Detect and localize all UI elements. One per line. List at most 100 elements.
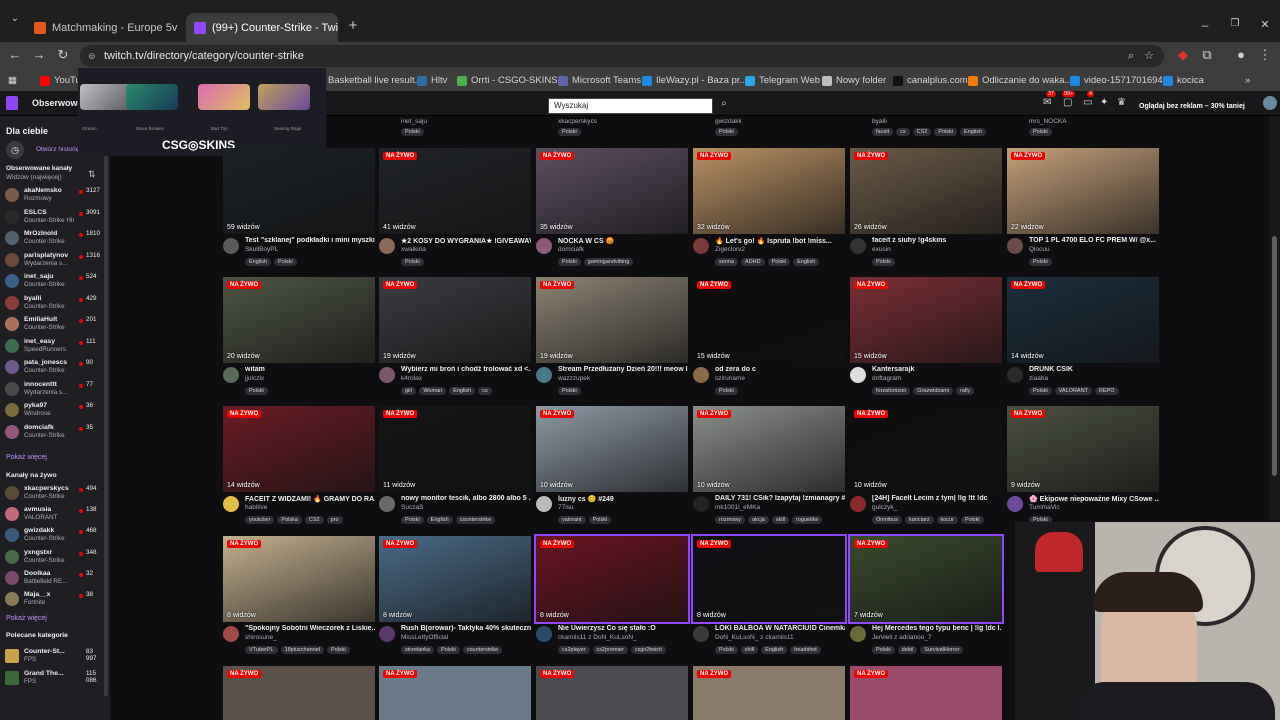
stream-thumbnail[interactable]: NA ŻYWO xyxy=(536,666,688,720)
sidebar-channel[interactable]: MrOzInold Counter-Strike 1810 xyxy=(5,229,105,249)
channel-name[interactable]: SkullBoyPL xyxy=(245,246,278,253)
tag[interactable]: Polski xyxy=(558,387,581,395)
avatar[interactable] xyxy=(379,238,395,254)
sidebar-channel[interactable]: domciafk Counter-Strike 35 xyxy=(5,423,105,443)
channel-name[interactable]: Qlocuu xyxy=(1029,246,1050,253)
sidebar-channel[interactable]: gwizdakk Counter-Strike 468 xyxy=(5,526,105,546)
tag[interactable]: English xyxy=(960,128,987,136)
channel-name[interactable]: exusin xyxy=(872,246,891,253)
tab-search-icon[interactable]: ⌄ xyxy=(6,13,24,24)
sidebar-channel[interactable]: pyka97 Windrose 36 xyxy=(5,401,105,421)
avatar[interactable] xyxy=(379,496,395,512)
tag[interactable]: cs xyxy=(896,128,910,136)
tag[interactable]: Polska xyxy=(277,516,302,524)
tag[interactable]: Polski xyxy=(401,128,424,136)
tag[interactable]: gamingandvibing xyxy=(583,258,634,266)
avatar[interactable] xyxy=(379,367,395,383)
show-more-link[interactable]: Pokaż więcej xyxy=(6,454,47,461)
stream-card[interactable]: NA ŻYWO 9 widzów 🌸 Ekipowe niepoważne Mixy… xyxy=(1007,406,1159,531)
channel-name[interactable]: DoN_KuLsoN_ z ckamils11 xyxy=(715,634,794,641)
sidebar-channel[interactable]: EmiliaHult Counter-Strike 201 xyxy=(5,315,105,335)
channel-name[interactable]: shirosune_ xyxy=(245,634,277,641)
tag[interactable]: kocur xyxy=(936,516,958,524)
stream-title[interactable]: "Spokojny Sobotni Wieczorek z Liskie... xyxy=(245,625,375,632)
channel-name[interactable]: jjulczix xyxy=(245,375,264,382)
stream-card-partial[interactable]: mrs_NOCKA Polski xyxy=(1007,116,1159,138)
stream-title[interactable]: DAILY 731! CSik? Izapytaj !zmianagry #..… xyxy=(715,495,845,502)
tag[interactable]: kanciarz xyxy=(905,516,934,524)
tag[interactable]: English xyxy=(449,387,476,395)
tag[interactable]: rozmowy xyxy=(715,516,746,524)
tag[interactable]: Polski xyxy=(872,646,895,654)
tag[interactable]: skill xyxy=(771,516,790,524)
reload-icon[interactable]: ↻ xyxy=(54,47,72,63)
stream-thumbnail[interactable]: NA ŻYWO 7 widzów xyxy=(848,534,1004,624)
stream-card[interactable]: NA ŻYWO 14 widzów FACEIT Z WIDZAMI! 🔥 GRAM… xyxy=(223,406,375,531)
channel-name[interactable]: domciafk xyxy=(558,246,584,253)
stream-title[interactable]: Rush B(orowar)- Taktyka 40% skuteczn... xyxy=(401,625,531,632)
stream-title[interactable]: ★2 KOSY DO WYGRANIA★ !GIVEAWAY... xyxy=(401,237,531,245)
stream-card[interactable]: NA ŻYWO 32 widzów 🔥 Let's go! 🔥 Ispruta !b… xyxy=(693,148,845,273)
sidebar-channel[interactable]: xkacperskycs Counter-Strike 494 xyxy=(5,484,105,504)
open-history-link[interactable]: Otwórz historię xyxy=(36,146,79,153)
tag[interactable]: Polski xyxy=(558,128,581,136)
stream-thumbnail[interactable]: NA ŻYWO 8 widzów xyxy=(223,536,375,622)
stream-thumbnail[interactable]: NA ŻYWO 10 widzów xyxy=(850,406,1002,492)
avatar[interactable] xyxy=(223,238,239,254)
tag[interactable]: cs2premier xyxy=(592,646,628,654)
tag[interactable]: English xyxy=(761,646,788,654)
stream-title[interactable]: Wybierz mi broń i chodź trolować xd <... xyxy=(401,366,531,373)
tag[interactable]: strzelanka xyxy=(401,646,435,654)
url-input[interactable]: ⊜ twitch.tv/directory/category/counter-s… xyxy=(80,45,1164,67)
show-more-link[interactable]: Pokaż więcej xyxy=(6,615,47,622)
channel-name[interactable]: mk1001l_eMKa xyxy=(715,504,760,511)
tag[interactable]: CS2 xyxy=(912,128,932,136)
sidebar-channel[interactable]: pata_jonescs Counter-Strike 90 xyxy=(5,358,105,378)
tag[interactable]: ADHD xyxy=(741,258,765,266)
channel-name[interactable]: driftagram xyxy=(872,375,901,382)
sidebar-channel[interactable]: Grand The... FPS 115 086 xyxy=(5,669,105,689)
stream-thumbnail[interactable]: NA ŻYWO xyxy=(223,666,375,720)
avatar[interactable] xyxy=(536,238,552,254)
tag[interactable]: English xyxy=(426,516,453,524)
window-close-icon[interactable]: ✕ xyxy=(1256,18,1274,31)
tag[interactable]: debil xyxy=(897,646,918,654)
avatar[interactable] xyxy=(693,367,709,383)
tag[interactable]: VTuberPL xyxy=(245,646,278,654)
minimize-icon[interactable]: – xyxy=(1196,18,1214,32)
tag[interactable]: Polski xyxy=(401,258,424,266)
tag[interactable]: Polski xyxy=(767,258,791,266)
tag[interactable]: counterstrike xyxy=(462,646,503,654)
tag[interactable]: Polski xyxy=(934,128,958,136)
more-bookmarks-icon[interactable]: » xyxy=(1245,75,1250,86)
bookmark-folder[interactable]: Nowy folder xyxy=(822,75,886,86)
tag[interactable]: roguelike xyxy=(792,516,823,524)
tag[interactable]: chill xyxy=(740,646,759,654)
channel-name[interactable]: gulczyk_ xyxy=(872,504,897,511)
bookmark-star-icon[interactable]: ☆ xyxy=(1144,45,1154,67)
sidebar-channel[interactable]: byalli Counter-Strike 429 xyxy=(5,294,105,314)
stream-title[interactable]: TOP 1 PL 4700 ELO FC PREM W/ @x... xyxy=(1029,237,1159,244)
channel-name[interactable]: xwalkiria xyxy=(401,246,426,253)
stream-card[interactable]: NA ŻYWO 8 widzów "Spokojny Sobotni Wieczor… xyxy=(223,536,375,661)
stream-thumbnail[interactable]: NA ŻYWO 35 widzów xyxy=(536,148,688,234)
tag[interactable]: Polski xyxy=(715,387,738,395)
stream-thumbnail[interactable]: NA ŻYWO 8 widzów xyxy=(534,534,690,624)
tag[interactable]: Polski xyxy=(1029,258,1052,266)
tab-matchmaking[interactable]: Matchmaking - Europe 5v5 Qui ✕ xyxy=(26,13,178,42)
bookmark-odliczanie[interactable]: Odliczanie do waka... xyxy=(968,75,1072,86)
tag[interactable]: Polski xyxy=(1029,387,1052,395)
channel-name[interactable]: xkacperskycs xyxy=(558,118,597,125)
stream-thumbnail[interactable]: NA ŻYWO xyxy=(693,666,845,720)
maximize-icon[interactable]: ❐ xyxy=(1226,18,1244,29)
stream-title[interactable]: nowy monitor tescik, albo 2800 albo 5 ..… xyxy=(401,495,531,502)
tag[interactable]: English xyxy=(793,258,820,266)
stream-card[interactable]: NA ŻYWO 15 widzów od zera do c sziruname Pol… xyxy=(693,277,845,402)
sort-icon[interactable]: ⇅ xyxy=(88,169,96,180)
stream-title[interactable]: NOCKA W CS 😡 xyxy=(558,237,688,245)
new-tab-button[interactable]: + xyxy=(344,17,362,34)
search-icon[interactable]: ⌕ xyxy=(714,98,734,114)
avatar[interactable] xyxy=(1007,496,1023,512)
stream-card-partial[interactable]: inet_saju Polski xyxy=(379,116,531,138)
avatar[interactable] xyxy=(1007,367,1023,383)
